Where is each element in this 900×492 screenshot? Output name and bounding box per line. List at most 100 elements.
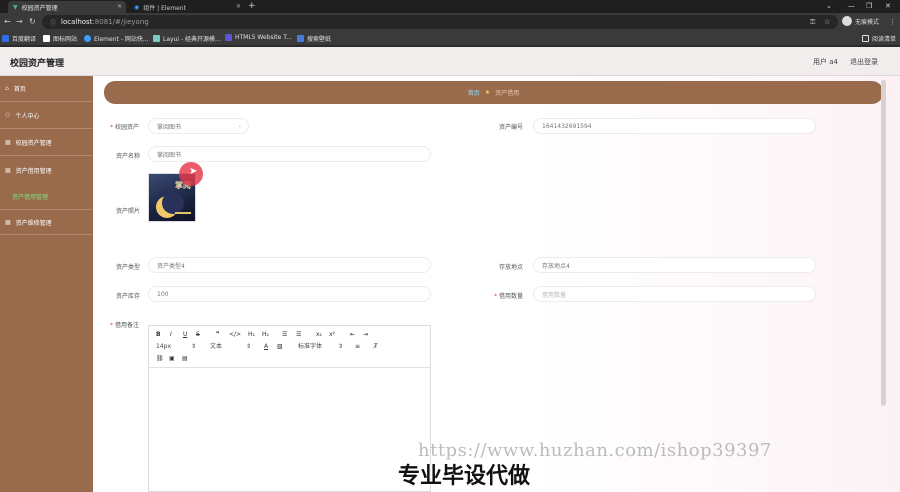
- bookmarks-bar: 百度翻译 图标网站 Element - 网站快... Layui - 经典开源模…: [0, 31, 900, 46]
- outdent-icon[interactable]: ⇤: [350, 331, 355, 339]
- storage-location-input[interactable]: 存放地点4: [533, 257, 816, 273]
- asset-name-input[interactable]: 掌阅图书: [148, 146, 431, 162]
- main-content: 首页 ★ 资产借用 * 校园资产 掌阅图书 ⌄ 资产编号 164143269159…: [93, 76, 900, 492]
- chevron-icon: ⇕: [246, 343, 252, 350]
- translate-icon: [2, 35, 9, 42]
- url-host: localhost: [61, 18, 93, 26]
- chevron-down-icon: ⌄: [237, 123, 242, 129]
- sidebar-item-asset-management[interactable]: ▦ 校园资产管理: [0, 130, 93, 156]
- reading-list-icon: [862, 35, 869, 42]
- asset-number-input[interactable]: 1641432691594: [533, 118, 816, 134]
- asset-type-value: 资产类型4: [157, 262, 185, 270]
- sidebar-item-profile[interactable]: ⚇ 个人中心: [0, 103, 93, 129]
- html5-icon: [225, 34, 232, 41]
- background-color-icon[interactable]: ▧: [277, 343, 283, 351]
- scrollbar-thumb[interactable]: [881, 80, 886, 406]
- indent-icon[interactable]: ⇥: [363, 331, 368, 339]
- ordered-list-icon[interactable]: ☰: [282, 331, 287, 339]
- code-icon[interactable]: </>: [229, 331, 241, 339]
- text-style-select[interactable]: 文本 ⇕: [210, 343, 251, 351]
- video-icon[interactable]: ▤: [182, 355, 188, 363]
- strikethrough-icon[interactable]: S: [196, 331, 200, 339]
- asset-stock-value: 100: [157, 290, 169, 298]
- sidebar: ⌂ 首页 ⚇ 个人中心 ▦ 校园资产管理 ▦ 资产借用管理 资产借用管理 ▦ 资…: [0, 76, 93, 492]
- heading1-icon[interactable]: H₁: [248, 331, 255, 339]
- incognito-indicator[interactable]: 无痕模式: [842, 16, 879, 26]
- bookmark-item[interactable]: HTML5 Website T...: [225, 34, 292, 41]
- moon-shadow: [162, 192, 184, 214]
- subscript-icon[interactable]: x₂: [316, 331, 322, 339]
- superscript-icon[interactable]: x²: [329, 331, 335, 339]
- sidebar-item-label: 首页: [13, 86, 26, 93]
- key-icon[interactable]: ⚿: [810, 17, 815, 27]
- heading2-icon[interactable]: H₂: [262, 331, 269, 339]
- sidebar-item-home[interactable]: ⌂ 首页: [0, 76, 93, 102]
- reload-icon[interactable]: ↻: [29, 17, 36, 27]
- borrow-note-editor[interactable]: B I U S ❞ </> H₁ H₂ ☰ ☰ x₂ x² ⇤ ⇥ 14px ⇕ …: [148, 325, 431, 492]
- borrow-note-label: * 借用备注: [110, 322, 140, 329]
- italic-icon[interactable]: I: [170, 331, 172, 339]
- element-icon: [84, 35, 91, 42]
- sidebar-item-repair-management[interactable]: ▦ 资产维修管理: [0, 209, 93, 235]
- bullet-list-icon[interactable]: ☰: [296, 331, 301, 339]
- clear-format-icon[interactable]: T̸: [374, 343, 378, 351]
- font-color-icon[interactable]: A: [264, 343, 268, 351]
- asset-number-value: 1641432691594: [542, 122, 592, 130]
- bookmark-item[interactable]: Layui - 经典开源模...: [153, 34, 221, 43]
- image-icon[interactable]: ▣: [169, 355, 175, 363]
- browser-tab[interactable]: ◉ 组件 | Element ✕: [129, 1, 245, 13]
- breadcrumb-home[interactable]: 首页: [468, 88, 480, 97]
- wallpaper-icon: [297, 35, 304, 42]
- bookmark-item[interactable]: 图标网站: [43, 34, 77, 43]
- bookmark-label: 百度翻译: [12, 36, 37, 43]
- asset-name-value: 掌阅图书: [157, 151, 182, 159]
- chevron-icon: ⇕: [191, 343, 197, 350]
- star-separator-icon: ★: [484, 89, 491, 96]
- underline-icon[interactable]: U: [183, 331, 187, 339]
- restore-icon[interactable]: ❐: [866, 2, 872, 10]
- borrow-quantity-label: * 借用数量: [494, 293, 524, 300]
- photo-underline: [175, 212, 191, 214]
- logout-link[interactable]: 退出登录: [850, 57, 878, 67]
- window-close-icon[interactable]: ✕: [885, 2, 891, 10]
- asset-photo-label: 资产照片: [116, 208, 141, 215]
- borrow-quantity-placeholder: 借用数量: [542, 291, 567, 299]
- sidebar-item-label: 资产维修管理: [15, 219, 52, 227]
- home-icon: ⌂: [5, 85, 9, 92]
- font-family-select[interactable]: 标准字体 ⇕: [298, 343, 343, 351]
- align-icon[interactable]: ≡: [355, 343, 360, 351]
- link-icon[interactable]: ⛓: [156, 355, 164, 363]
- asset-stock-input[interactable]: 100: [148, 286, 431, 302]
- forward-icon[interactable]: →: [16, 17, 23, 27]
- bold-icon[interactable]: B: [156, 331, 161, 339]
- bookmark-star-icon[interactable]: ☆: [824, 17, 830, 27]
- borrow-quantity-input[interactable]: 借用数量: [533, 286, 816, 302]
- minimize-icon[interactable]: —: [848, 2, 855, 10]
- close-tab-icon[interactable]: ✕: [117, 3, 122, 10]
- font-size-select[interactable]: 14px ⇕: [156, 343, 196, 351]
- bookmark-label: HTML5 Website T...: [235, 34, 292, 41]
- info-icon: ⓘ: [50, 19, 57, 27]
- close-tab-icon[interactable]: ✕: [236, 3, 241, 10]
- app-title: 校园资产管理: [10, 59, 65, 69]
- reading-list-button[interactable]: 阅读清单: [862, 34, 896, 43]
- tab-search-icon[interactable]: ⌄: [826, 2, 832, 10]
- bookmark-item[interactable]: 百度翻译: [2, 34, 36, 43]
- storage-location-value: 存放地点4: [542, 262, 570, 270]
- quote-icon[interactable]: ❞: [216, 331, 220, 339]
- new-tab-icon[interactable]: +: [248, 1, 256, 12]
- submenu-item-borrow-management[interactable]: 资产借用管理: [0, 184, 93, 208]
- bookmark-item[interactable]: Element - 网站快...: [84, 34, 149, 43]
- bookmark-item[interactable]: 搜索壁纸: [297, 34, 331, 43]
- back-icon[interactable]: ←: [4, 17, 11, 27]
- bookmark-site-icon: [43, 35, 50, 42]
- asset-type-input[interactable]: 资产类型4: [148, 257, 431, 273]
- more-menu-icon[interactable]: ⋮: [889, 17, 896, 27]
- campus-asset-select[interactable]: 掌阅图书 ⌄: [148, 118, 249, 134]
- url-input[interactable]: ⓘ localhost:8081/#/jieyong: [42, 15, 838, 29]
- asset-number-label: 资产编号: [499, 124, 524, 131]
- browser-tab-active[interactable]: ▼ 校园资产管理 ✕: [8, 1, 126, 13]
- sidebar-item-borrow-management[interactable]: ▦ 资产借用管理: [0, 157, 93, 183]
- asset-name-label: 资产名称: [116, 153, 141, 160]
- campus-asset-value: 掌阅图书: [157, 123, 182, 131]
